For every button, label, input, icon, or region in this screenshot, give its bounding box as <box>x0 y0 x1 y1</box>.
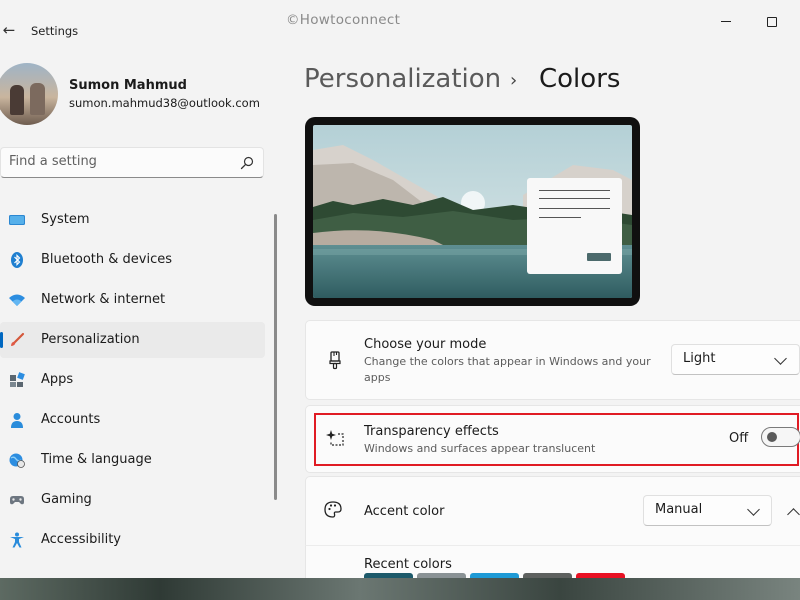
mode-dropdown-value: Light <box>683 351 716 366</box>
palette-icon <box>324 501 342 518</box>
wifi-icon <box>9 294 25 306</box>
monitor-icon <box>9 215 25 225</box>
bluetooth-icon <box>11 252 23 268</box>
person-icon <box>11 413 23 428</box>
recent-colors-title: Recent colors <box>364 557 452 572</box>
sidebar-item-bluetooth[interactable]: Bluetooth & devices <box>0 242 265 278</box>
gamepad-icon <box>10 496 24 505</box>
sidebar-item-accounts[interactable]: Accounts <box>0 402 265 438</box>
sidebar-item-label: Apps <box>41 372 74 387</box>
back-button[interactable]: ← <box>0 18 18 42</box>
search-icon[interactable] <box>239 155 255 171</box>
transparency-state-label: Off <box>729 431 749 446</box>
sidebar-item-gaming[interactable]: Gaming <box>0 482 265 518</box>
breadcrumb-separator: › <box>510 70 518 91</box>
app-title: Settings <box>31 24 79 38</box>
paintbrush-outline-icon <box>329 351 341 370</box>
user-name: Sumon Mahmud <box>69 78 187 93</box>
desktop-background-strip <box>0 578 800 600</box>
mode-dropdown[interactable]: Light <box>671 344 800 375</box>
sidebar-item-label: Network & internet <box>41 292 166 307</box>
user-email: sumon.mahmud38@outlook.com <box>69 96 260 110</box>
sidebar-item-accessibility[interactable]: Accessibility <box>0 522 265 558</box>
paintbrush-icon <box>11 332 25 346</box>
avatar-figure <box>10 85 24 115</box>
search-box[interactable] <box>0 147 264 178</box>
transparency-toggle[interactable] <box>761 427 800 447</box>
preview-line <box>539 198 610 199</box>
sidebar-item-label: Personalization <box>41 332 140 347</box>
transparency-description: Windows and surfaces appear translucent <box>364 442 596 455</box>
accent-dropdown-value: Manual <box>655 502 703 517</box>
settings-window: ← Settings ©Howtoconnect Sumon Mahmud su… <box>0 0 800 578</box>
sidebar-item-time-language[interactable]: Time & language <box>0 442 265 478</box>
mode-title: Choose your mode <box>364 337 487 352</box>
sidebar-item-label: System <box>41 212 90 227</box>
sidebar-item-label: Bluetooth & devices <box>41 252 172 267</box>
accent-title: Accent color <box>364 504 445 519</box>
preview-line <box>539 217 581 218</box>
minimize-button[interactable] <box>716 12 736 32</box>
sidebar-item-network[interactable]: Network & internet <box>0 282 265 318</box>
preview-line <box>539 190 610 191</box>
avatar[interactable] <box>0 63 58 125</box>
sidebar-scrollbar[interactable] <box>274 214 277 500</box>
preview-line <box>539 208 610 209</box>
sidebar-item-label: Gaming <box>41 492 92 507</box>
chevron-down-icon <box>747 503 760 516</box>
breadcrumb-parent[interactable]: Personalization <box>304 64 501 94</box>
back-arrow-icon: ← <box>2 21 16 39</box>
sidebar-item-system[interactable]: System <box>0 202 265 238</box>
avatar-figure <box>30 83 45 115</box>
accent-dropdown[interactable]: Manual <box>643 495 772 526</box>
sidebar-item-apps[interactable]: Apps <box>0 362 265 398</box>
transparency-title: Transparency effects <box>364 424 499 439</box>
apps-icon <box>10 372 25 387</box>
preview-button <box>587 253 611 261</box>
sidebar-item-label: Accounts <box>41 412 101 427</box>
toggle-knob <box>767 432 777 442</box>
accessibility-icon <box>10 532 24 548</box>
watermark: ©Howtoconnect <box>286 12 401 28</box>
search-input[interactable] <box>9 154 229 169</box>
sidebar-item-label: Accessibility <box>41 532 121 547</box>
chevron-down-icon <box>774 352 787 365</box>
page-title: Colors <box>539 64 621 94</box>
sidebar-item-label: Time & language <box>41 452 152 467</box>
globe-clock-icon <box>9 453 25 468</box>
mode-description: Change the colors that appear in Windows… <box>364 355 651 384</box>
sparkle-frame-icon <box>326 430 344 446</box>
highlight-box <box>314 413 799 466</box>
maximize-button[interactable] <box>762 12 782 32</box>
sidebar-item-personalization[interactable]: Personalization <box>0 322 265 358</box>
